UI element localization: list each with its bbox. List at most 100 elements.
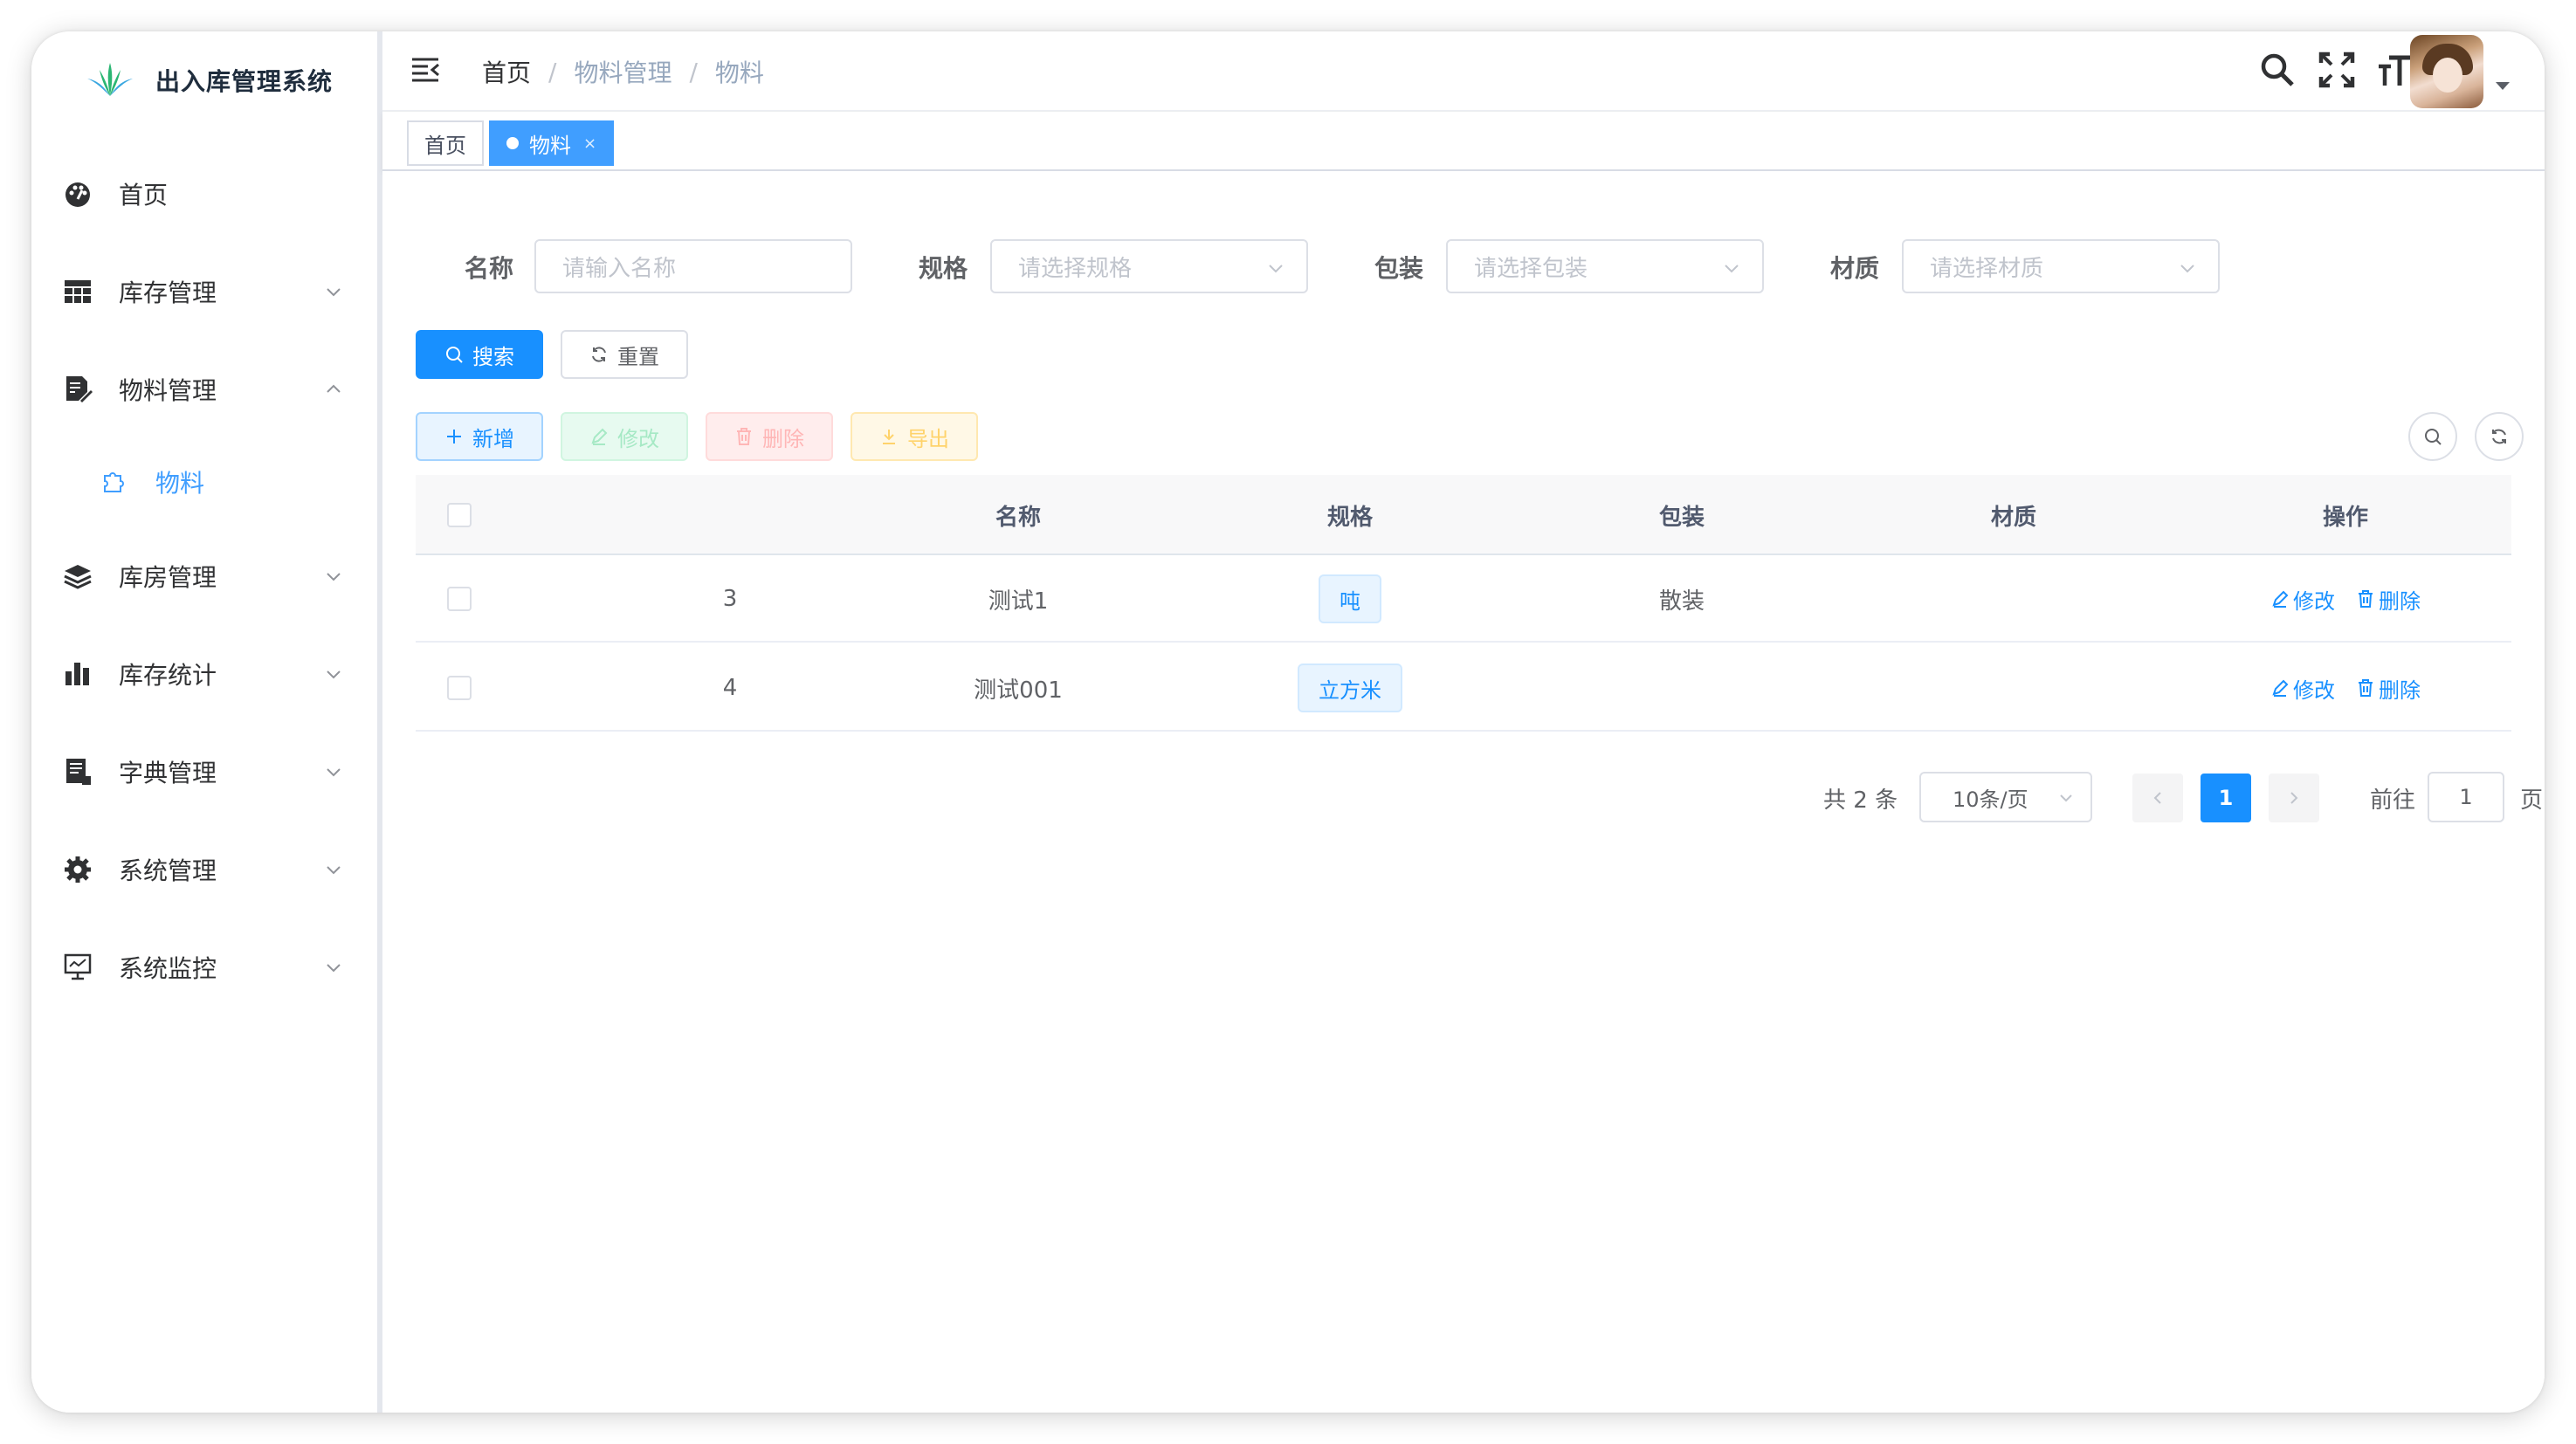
cell-actions: 修改 删除 bbox=[2214, 555, 2476, 643]
tag-label: 首页 bbox=[424, 133, 466, 158]
refresh-icon bbox=[2492, 429, 2506, 444]
row-delete-label: 删除 bbox=[2379, 588, 2421, 614]
cell-material bbox=[1909, 555, 2118, 643]
chevron-down-icon bbox=[327, 964, 341, 973]
chevron-up-icon bbox=[327, 384, 341, 393]
table-row: 3 测试1 吨 散装 修改 删除 bbox=[416, 555, 2511, 643]
row-edit-link[interactable]: 修改 bbox=[2270, 584, 2335, 615]
refresh-button[interactable] bbox=[2475, 412, 2524, 461]
table-row: 4 测试001 立方米 修改 删除 bbox=[416, 644, 2511, 732]
app-window: 出入库管理系统 首页 库存管理 物料管理 物料 库房管理 库存统计 字典管理 系… bbox=[31, 31, 2545, 1413]
sidebar-item-stats[interactable]: 库存统计 bbox=[31, 625, 377, 723]
select-all-checkbox[interactable] bbox=[447, 503, 472, 527]
goto-label: 前往 bbox=[2370, 787, 2416, 814]
plus-icon bbox=[447, 430, 461, 444]
layers-icon bbox=[64, 565, 92, 589]
navbar: 首页 / 物料管理 / 物料 bbox=[382, 31, 2545, 112]
cell-name: 测试1 bbox=[988, 588, 1049, 615]
goto-page-input[interactable]: 1 bbox=[2428, 772, 2504, 822]
header-material: 材质 bbox=[1990, 504, 2036, 531]
name-input[interactable]: 请输入名称 bbox=[534, 239, 852, 293]
material-select[interactable]: 请选择材质 bbox=[1902, 239, 2220, 293]
row-edit-label: 修改 bbox=[2293, 588, 2335, 614]
spec-tag: 立方米 bbox=[1298, 664, 1402, 712]
row-checkbox[interactable] bbox=[447, 587, 472, 611]
sidebar: 出入库管理系统 首页 库存管理 物料管理 物料 库房管理 库存统计 字典管理 系… bbox=[31, 31, 382, 1413]
font-size-icon[interactable] bbox=[2375, 51, 2414, 89]
header-name: 名称 bbox=[995, 504, 1041, 531]
edit-button[interactable]: 修改 bbox=[561, 412, 688, 461]
caret-down-icon[interactable] bbox=[2496, 82, 2510, 90]
reset-button[interactable]: 重置 bbox=[561, 330, 688, 379]
sidebar-item-inventory[interactable]: 库存管理 bbox=[31, 243, 377, 340]
bar-chart-icon bbox=[65, 663, 89, 685]
trash-icon bbox=[2359, 679, 2373, 697]
breadcrumb-separator: / bbox=[548, 57, 557, 86]
sidebar-item-dictionary[interactable]: 字典管理 bbox=[31, 723, 377, 821]
row-edit-link[interactable]: 修改 bbox=[2270, 673, 2335, 704]
toggle-search-button[interactable] bbox=[2408, 412, 2457, 461]
search-icon[interactable] bbox=[2258, 51, 2297, 89]
sidebar-item-label: 物料管理 bbox=[119, 376, 217, 405]
edit-doc-icon bbox=[66, 376, 93, 402]
cell-id: 3 bbox=[722, 586, 738, 612]
add-button[interactable]: 新增 bbox=[416, 412, 543, 461]
cell-actions: 修改 删除 bbox=[2214, 644, 2476, 732]
sidebar-item-label: 库存管理 bbox=[119, 278, 217, 307]
search-icon bbox=[446, 347, 463, 363]
close-icon[interactable]: × bbox=[583, 134, 596, 153]
logo: 出入库管理系统 bbox=[84, 49, 333, 112]
spec-label: 规格 bbox=[919, 254, 968, 283]
sidebar-item-warehouse[interactable]: 库房管理 bbox=[31, 527, 377, 625]
sidebar-item-label: 系统管理 bbox=[119, 856, 217, 885]
chevron-down-icon bbox=[327, 866, 341, 875]
export-button[interactable]: 导出 bbox=[851, 412, 978, 461]
cell-pack bbox=[1577, 644, 1787, 732]
pack-select[interactable]: 请选择包装 bbox=[1446, 239, 1764, 293]
search-button[interactable]: 搜索 bbox=[416, 330, 543, 379]
sidebar-item-label: 字典管理 bbox=[119, 759, 217, 787]
row-delete-link[interactable]: 删除 bbox=[2356, 673, 2421, 704]
delete-button[interactable]: 删除 bbox=[706, 412, 833, 461]
app-title: 出入库管理系统 bbox=[155, 67, 334, 96]
spec-select[interactable]: 请选择规格 bbox=[990, 239, 1308, 293]
cell-spec: 立方米 bbox=[1245, 644, 1455, 732]
row-delete-link[interactable]: 删除 bbox=[2356, 584, 2421, 615]
breadcrumb-home[interactable]: 首页 bbox=[482, 54, 531, 89]
sidebar-item-system[interactable]: 系统管理 bbox=[31, 821, 377, 918]
page-size-value: 10条/页 bbox=[1953, 787, 2028, 812]
avatar[interactable] bbox=[2410, 35, 2483, 108]
chevron-left-icon bbox=[2153, 792, 2161, 804]
chevron-down-icon bbox=[2180, 265, 2194, 273]
page-number-button[interactable]: 1 bbox=[2201, 774, 2251, 822]
add-button-label: 新增 bbox=[472, 426, 514, 451]
row-checkbox[interactable] bbox=[447, 676, 472, 700]
sidebar-item-material[interactable]: 物料 bbox=[31, 438, 377, 526]
fullscreen-icon[interactable] bbox=[2318, 51, 2356, 89]
breadcrumb: 首页 / 物料管理 / 物料 bbox=[482, 54, 764, 89]
sidebar-item-label: 库房管理 bbox=[119, 563, 217, 592]
breadcrumb-material-mgmt: 物料管理 bbox=[574, 58, 672, 87]
sidebar-item-material-mgmt[interactable]: 物料管理 bbox=[31, 340, 377, 438]
hamburger-icon[interactable] bbox=[409, 52, 442, 86]
row-delete-label: 删除 bbox=[2379, 677, 2421, 703]
reset-button-label: 重置 bbox=[617, 344, 659, 369]
header-pack: 包装 bbox=[1658, 504, 1705, 531]
sidebar-item-monitor[interactable]: 系统监控 bbox=[31, 918, 377, 1016]
cell-name: 测试001 bbox=[974, 677, 1063, 704]
next-page-button[interactable] bbox=[2269, 774, 2319, 822]
prev-page-button[interactable] bbox=[2132, 774, 2183, 822]
tag-home[interactable]: 首页 bbox=[407, 120, 484, 166]
logo-icon bbox=[87, 63, 133, 96]
edit-icon bbox=[591, 428, 608, 445]
page-size-select[interactable]: 10条/页 bbox=[1919, 772, 2092, 822]
material-placeholder: 请选择材质 bbox=[1930, 255, 2044, 282]
header-actions: 操作 bbox=[2322, 504, 2368, 531]
spec-placeholder: 请选择规格 bbox=[1018, 255, 1133, 282]
edit-icon bbox=[2272, 590, 2289, 608]
spec-tag: 吨 bbox=[1319, 574, 1381, 623]
pack-placeholder: 请选择包装 bbox=[1474, 255, 1588, 282]
sidebar-item-home[interactable]: 首页 bbox=[31, 145, 377, 243]
tag-material[interactable]: 物料 × bbox=[489, 120, 615, 166]
chevron-down-icon bbox=[327, 288, 341, 297]
